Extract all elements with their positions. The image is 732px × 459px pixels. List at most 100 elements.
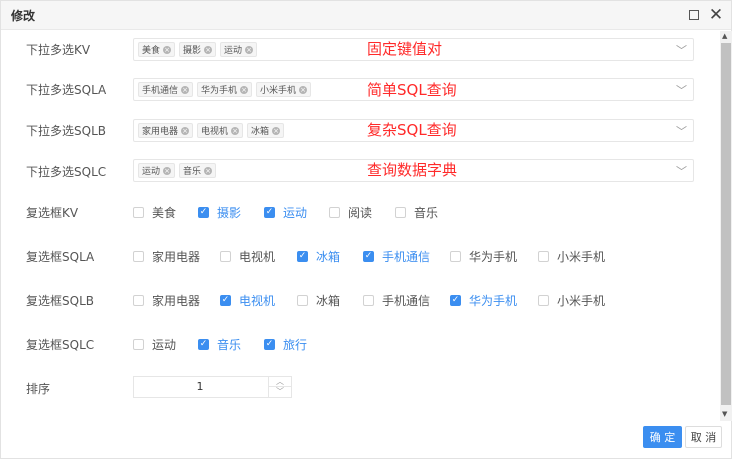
checkbox-option[interactable]: 运动: [133, 336, 176, 353]
checkbox-box[interactable]: [133, 295, 144, 306]
checkbox-label: 小米手机: [557, 250, 606, 264]
checkbox-box[interactable]: [538, 251, 549, 262]
checkbox-box[interactable]: [297, 295, 308, 306]
chevron-down-icon[interactable]: ﹀: [676, 42, 687, 58]
tag-remove-icon[interactable]: ×: [231, 126, 240, 135]
checkbox-option[interactable]: 华为手机: [450, 248, 517, 265]
confirm-button[interactable]: 确 定: [643, 426, 682, 448]
vertical-scrollbar[interactable]: ▲ ▼: [720, 31, 732, 421]
field-label: 排序: [26, 382, 51, 396]
annotation-text: 简单SQL查询: [367, 81, 457, 99]
checkbox-label: 家用电器: [152, 250, 201, 264]
selected-tag: 手机通信 ×: [138, 82, 194, 97]
checkbox-box[interactable]: [450, 251, 461, 262]
selected-tag: 摄影 ×: [179, 42, 217, 57]
checkbox-option[interactable]: 阅读: [329, 204, 372, 221]
checkbox-label: 运动: [152, 338, 177, 352]
tag-remove-icon[interactable]: ×: [163, 45, 172, 54]
dialog-title: 修改: [11, 9, 36, 23]
tag-remove-icon[interactable]: ×: [204, 45, 213, 54]
checkmark-icon[interactable]: ✓: [264, 339, 275, 350]
sort-value[interactable]: 1: [134, 380, 266, 393]
checkbox-option[interactable]: ✓ 华为手机: [450, 292, 517, 309]
checkbox-option[interactable]: ✓ 电视机: [220, 292, 275, 309]
checkbox-option[interactable]: ✓ 摄影: [198, 204, 241, 221]
tag-remove-icon[interactable]: ×: [245, 45, 254, 54]
checkbox-box[interactable]: [133, 251, 144, 262]
checkbox-label: 冰箱: [316, 250, 341, 264]
checkbox-box[interactable]: [133, 207, 144, 218]
checkbox-option[interactable]: 音乐: [395, 204, 438, 221]
chevron-up-icon[interactable]: ︿: [269, 377, 291, 387]
checkmark-icon[interactable]: ✓: [297, 251, 308, 262]
tag-remove-icon[interactable]: ×: [204, 166, 213, 175]
checkbox-option[interactable]: ✓ 手机通信: [363, 248, 430, 265]
dialog-form: 下拉多选KV 美食 × 摄影 × 运动 × ﹀ 固定键值对 下拉多选SQLA 手机通信…: [1, 31, 719, 421]
field-label: 复选框SQLA: [26, 250, 95, 264]
checkmark-icon[interactable]: ✓: [198, 339, 209, 350]
checkbox-label: 阅读: [348, 206, 373, 220]
checkbox-option[interactable]: 美食: [133, 204, 176, 221]
scroll-up-icon[interactable]: ▲: [722, 32, 727, 40]
tag-remove-icon[interactable]: ×: [163, 166, 172, 175]
checkbox-box[interactable]: [220, 251, 231, 262]
close-icon[interactable]: ✕: [707, 6, 725, 24]
checkbox-label: 华为手机: [469, 250, 518, 264]
tag-remove-icon[interactable]: ×: [299, 85, 308, 94]
selected-tag: 华为手机 ×: [197, 82, 253, 97]
checkmark-icon[interactable]: ✓: [363, 251, 374, 262]
field-label: 下拉多选SQLB: [26, 124, 106, 138]
checkbox-option[interactable]: 电视机: [220, 248, 275, 265]
annotation-text: 查询数据字典: [367, 161, 458, 179]
checkbox-box[interactable]: [329, 207, 340, 218]
checkmark-icon[interactable]: ✓: [220, 295, 231, 306]
checkbox-box[interactable]: [538, 295, 549, 306]
annotation-text: 固定键值对: [367, 40, 443, 58]
selected-tag: 家用电器 ×: [138, 123, 194, 138]
checkbox-option[interactable]: 小米手机: [538, 292, 605, 309]
checkbox-option[interactable]: ✓ 运动: [264, 204, 307, 221]
selected-tag: 电视机 ×: [197, 123, 244, 138]
checkbox-option[interactable]: 手机通信: [363, 292, 430, 309]
checkmark-icon[interactable]: ✓: [198, 207, 209, 218]
checkbox-label: 电视机: [239, 294, 276, 308]
checkbox-option[interactable]: 冰箱: [297, 292, 340, 309]
sort-number-input[interactable]: 1 ︿ ﹀: [133, 376, 292, 398]
maximize-icon[interactable]: [685, 6, 703, 24]
checkbox-option[interactable]: ✓ 旅行: [264, 336, 307, 353]
tag-remove-icon[interactable]: ×: [272, 126, 281, 135]
field-label: 下拉多选SQLC: [26, 165, 107, 179]
checkbox-box[interactable]: [133, 339, 144, 350]
checkmark-icon[interactable]: ✓: [450, 295, 461, 306]
checkbox-box[interactable]: [395, 207, 406, 218]
checkbox-option[interactable]: ✓ 冰箱: [297, 248, 340, 265]
checkbox-option[interactable]: 小米手机: [538, 248, 605, 265]
tag-remove-icon[interactable]: ×: [181, 85, 190, 94]
scrollbar-thumb[interactable]: [721, 43, 731, 405]
field-label: 下拉多选KV: [26, 43, 91, 57]
checkbox-label: 小米手机: [557, 294, 606, 308]
chevron-down-icon[interactable]: ﹀: [676, 123, 687, 139]
selected-tag: 冰箱 ×: [247, 123, 285, 138]
checkbox-box[interactable]: [363, 295, 374, 306]
checkbox-label: 华为手机: [469, 294, 518, 308]
chevron-down-icon[interactable]: ﹀: [676, 163, 687, 179]
number-stepper: ︿ ﹀: [268, 377, 291, 397]
checkbox-label: 家用电器: [152, 294, 201, 308]
selected-tag: 运动 ×: [220, 42, 258, 57]
checkbox-label: 电视机: [239, 250, 276, 264]
tag-remove-icon[interactable]: ×: [181, 126, 190, 135]
chevron-down-icon[interactable]: ﹀: [269, 387, 291, 397]
scroll-down-icon[interactable]: ▼: [722, 410, 727, 418]
checkbox-option[interactable]: 家用电器: [133, 248, 200, 265]
checkbox-label: 音乐: [414, 206, 439, 220]
tag-remove-icon[interactable]: ×: [240, 85, 249, 94]
chevron-down-icon[interactable]: ﹀: [676, 82, 687, 98]
cancel-button[interactable]: 取 消: [685, 426, 722, 448]
checkmark-icon[interactable]: ✓: [264, 207, 275, 218]
checkbox-label: 摄影: [217, 206, 242, 220]
checkbox-label: 运动: [283, 206, 308, 220]
edit-dialog: 修改 ✕ 下拉多选KV 美食 × 摄影 × 运动 × ﹀ 固定键值对 下拉多选SQLA…: [0, 0, 732, 459]
checkbox-option[interactable]: ✓ 音乐: [198, 336, 241, 353]
checkbox-option[interactable]: 家用电器: [133, 292, 200, 309]
